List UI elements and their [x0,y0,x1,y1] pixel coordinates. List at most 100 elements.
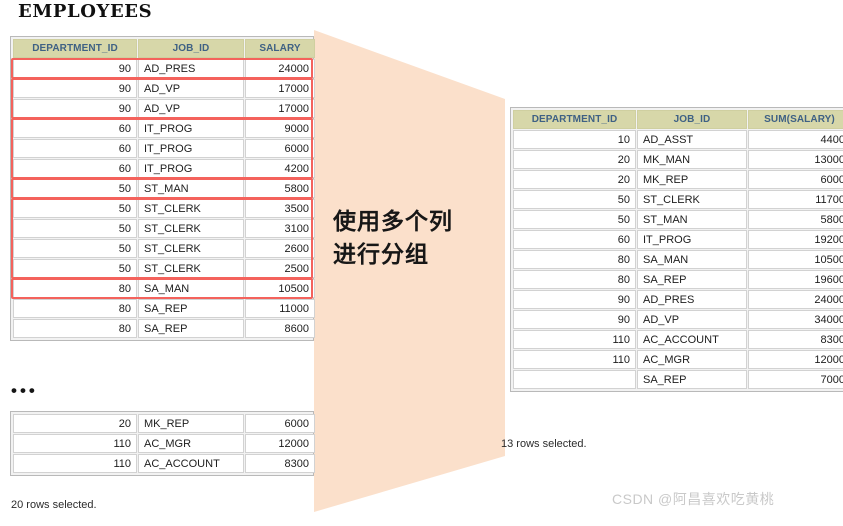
cell-department-id: 10 [513,130,636,149]
cell-job-id: ST_CLERK [138,239,244,258]
cell-salary: 17000 [245,79,315,98]
cell-department-id: 90 [513,310,636,329]
cell-sum-salary: 12000 [748,350,843,369]
column-header-job-id[interactable]: JOB_ID [637,110,747,129]
column-header-salary[interactable]: SALARY [245,39,315,58]
csdn-watermark: CSDN @阿昌喜欢吃黄桃 [612,491,775,507]
column-header-department-id[interactable]: DEPARTMENT_ID [513,110,636,129]
table-row: 90 AD_VP 17000 [13,79,315,98]
cell-sum-salary: 6000 [748,170,843,189]
table-row: 90 AD_VP 34000 [513,310,843,329]
table-row: 60 IT_PROG 6000 [13,139,315,158]
table-row: 60 IT_PROG 9000 [13,119,315,138]
cell-department-id: 90 [13,79,137,98]
cell-salary: 12000 [245,434,315,453]
table-row: 50 ST_MAN 5800 [513,210,843,229]
cell-job-id: AC_MGR [138,434,244,453]
cell-job-id: ST_CLERK [138,219,244,238]
cell-job-id: AD_PRES [138,59,244,78]
cell-department-id [513,370,636,389]
table-header-row: DEPARTMENT_ID JOB_ID SUM(SALARY) [513,110,843,129]
cell-salary: 6000 [245,139,315,158]
table-row: 80 SA_MAN 10500 [13,279,315,298]
cell-job-id: AC_ACCOUNT [138,454,244,473]
cell-salary: 8300 [245,454,315,473]
cell-job-id: SA_MAN [138,279,244,298]
cell-job-id: ST_MAN [637,210,747,229]
cell-sum-salary: 13000 [748,150,843,169]
employees-table-tail: 20 MK_REP 6000 110 AC_MGR 12000 110 AC_ACCOUNT 8… [10,411,315,476]
column-header-department-id[interactable]: DEPARTMENT_ID [13,39,137,58]
cell-department-id: 50 [13,239,137,258]
arrow-caption-line1: 使用多个列 [333,208,453,235]
table-row: 60 IT_PROG 4200 [13,159,315,178]
table-row: 110 AC_ACCOUNT 8300 [513,330,843,349]
cell-salary: 8600 [245,319,315,338]
cell-sum-salary: 10500 [748,250,843,269]
left-rows-selected-note: 20 rows selected. [11,499,97,511]
cell-sum-salary: 7000 [748,370,843,389]
table-row: 80 SA_REP 11000 [13,299,315,318]
cell-sum-salary: 24000 [748,290,843,309]
cell-sum-salary: 8300 [748,330,843,349]
table-row: 50 ST_MAN 5800 [13,179,315,198]
cell-job-id: AD_PRES [637,290,747,309]
cell-job-id: SA_MAN [637,250,747,269]
cell-sum-salary: 19600 [748,270,843,289]
cell-job-id: AC_MGR [637,350,747,369]
cell-job-id: MK_REP [138,414,244,433]
cell-department-id: 90 [513,290,636,309]
cell-department-id: 50 [13,259,137,278]
table-row: 90 AD_VP 17000 [13,99,315,118]
table-row: 80 SA_REP 19600 [513,270,843,289]
table-row: 10 AD_ASST 4400 [513,130,843,149]
table-row: 80 SA_MAN 10500 [513,250,843,269]
cell-department-id: 90 [13,59,137,78]
cell-salary: 17000 [245,99,315,118]
cell-job-id: SA_REP [138,319,244,338]
cell-salary: 9000 [245,119,315,138]
cell-department-id: 80 [513,270,636,289]
cell-sum-salary: 5800 [748,210,843,229]
cell-department-id: 110 [513,350,636,369]
cell-department-id: 50 [513,210,636,229]
slide-canvas: EMPLOYEES DEPARTMENT_ID JOB_ID SALARY 90… [0,0,843,526]
table-row: 50 ST_CLERK 3100 [13,219,315,238]
cell-salary: 24000 [245,59,315,78]
cell-job-id: IT_PROG [138,119,244,138]
cell-department-id: 50 [13,179,137,198]
employees-table-tail-body: 20 MK_REP 6000 110 AC_MGR 12000 110 AC_ACCOUNT 8… [13,414,315,473]
table-row: 90 AD_PRES 24000 [13,59,315,78]
grouped-result-table: DEPARTMENT_ID JOB_ID SUM(SALARY) 10 AD_AS… [510,107,843,392]
cell-salary: 6000 [245,414,315,433]
cell-department-id: 80 [13,319,137,338]
employees-table-body: 90 AD_PRES 24000 90 AD_VP 17000 90 AD_VP 17000 60… [13,59,315,338]
column-header-sum-salary[interactable]: SUM(SALARY) [748,110,843,129]
table-row: 50 ST_CLERK 3500 [13,199,315,218]
cell-salary: 10500 [245,279,315,298]
cell-sum-salary: 11700 [748,190,843,209]
column-header-job-id[interactable]: JOB_ID [138,39,244,58]
cell-department-id: 20 [513,150,636,169]
table-row: 110 AC_MGR 12000 [513,350,843,369]
cell-job-id: AD_VP [138,79,244,98]
cell-job-id: SA_REP [138,299,244,318]
cell-department-id: 50 [13,199,137,218]
table-row: 50 ST_CLERK 2500 [13,259,315,278]
cell-job-id: AD_VP [138,99,244,118]
table-row: 50 ST_CLERK 11700 [513,190,843,209]
employees-table: DEPARTMENT_ID JOB_ID SALARY 90 AD_PRES 240… [10,36,315,341]
cell-department-id: 80 [513,250,636,269]
cell-job-id: MK_REP [637,170,747,189]
grouped-result-table-body: 10 AD_ASST 4400 20 MK_MAN 13000 20 MK_REP 6000 50… [513,130,843,389]
table-row: 20 MK_REP 6000 [13,414,315,433]
arrow-caption: 使用多个列 进行分组 [333,205,503,271]
cell-job-id: IT_PROG [138,139,244,158]
cell-job-id: ST_CLERK [637,190,747,209]
cell-job-id: ST_MAN [138,179,244,198]
truncation-ellipsis: ••• [11,381,38,400]
cell-salary: 3500 [245,199,315,218]
table-row: 90 AD_PRES 24000 [513,290,843,309]
cell-salary: 4200 [245,159,315,178]
cell-job-id: AD_VP [637,310,747,329]
